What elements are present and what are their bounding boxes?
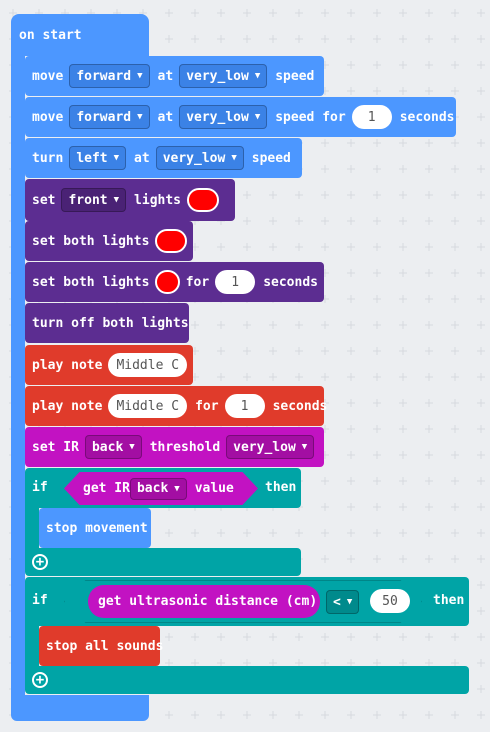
seconds-label: seconds (272, 398, 328, 414)
if-ultrasonic-rail (25, 624, 39, 668)
if-label: if (32, 593, 48, 608)
stop-movement-block[interactable]: stop movement (39, 508, 151, 548)
get-ir-value-block[interactable]: get IR back ▼ value (64, 472, 258, 505)
set-both-lights-block[interactable]: set both lights (25, 221, 193, 261)
if-ir-rail (25, 506, 39, 550)
add-else-icon[interactable]: + (32, 672, 48, 688)
set-ir-label: set IR (32, 439, 79, 455)
caret-down-icon: ▼ (174, 483, 180, 494)
caret-down-icon: ▼ (137, 112, 143, 122)
lights-dropdown[interactable]: front ▼ (61, 188, 127, 212)
turn-label: turn (32, 150, 64, 166)
set-label: set (32, 192, 56, 208)
threshold-dropdown[interactable]: very_low ▼ (226, 435, 315, 459)
note-input[interactable]: Middle C (108, 353, 188, 377)
caret-down-icon: ▼ (346, 597, 353, 607)
on-start-label: on start (19, 27, 82, 43)
distance-input[interactable]: 50 (370, 589, 410, 613)
color-picker[interactable] (155, 270, 180, 294)
speed-label: speed (275, 68, 315, 84)
then-label: then (433, 593, 465, 608)
seconds-input[interactable]: 1 (215, 270, 256, 294)
play-note-for-block[interactable]: play note Middle C for 1 seconds (25, 386, 327, 426)
at-label: at (157, 109, 174, 125)
turn-off-lights-label: turn off both lights (32, 315, 189, 331)
seconds-input[interactable]: 1 (224, 394, 265, 418)
operator-dropdown[interactable]: < ▼ (326, 590, 360, 614)
caret-down-icon: ▼ (254, 112, 261, 122)
caret-down-icon: ▼ (113, 153, 120, 163)
at-label: at (157, 68, 174, 84)
get-ultrasonic-block[interactable]: get ultrasonic distance (cm) (88, 585, 320, 618)
get-ultrasonic-label: get ultrasonic distance (cm) (98, 594, 318, 609)
stop-all-sounds-block[interactable]: stop all sounds (39, 626, 164, 666)
set-both-lights-label: set both lights (32, 274, 150, 290)
caret-down-icon: ▼ (254, 71, 261, 81)
set-both-lights-label: set both lights (32, 233, 150, 249)
set-both-lights-for-block[interactable]: set both lights for 1 seconds (25, 262, 324, 302)
then-label: then (265, 480, 297, 495)
set-front-lights-block[interactable]: set front ▼ lights (25, 179, 235, 221)
turn-off-lights-block[interactable]: turn off both lights (25, 303, 189, 343)
caret-down-icon: ▼ (231, 153, 237, 163)
at-label: at (134, 150, 150, 166)
on-start-block[interactable]: on start (11, 14, 149, 56)
threshold-label: threshold (149, 439, 221, 455)
color-picker[interactable] (187, 188, 220, 212)
seconds-input[interactable]: 1 (351, 105, 392, 129)
move-label: move (32, 109, 64, 125)
lights-label: lights (134, 192, 182, 208)
play-note-block[interactable]: play note Middle C (25, 345, 193, 385)
stop-movement-label: stop movement (46, 520, 148, 536)
move-block[interactable]: move forward ▼ at very_low ▼ speed (25, 56, 324, 96)
on-start-rail (11, 56, 25, 700)
for-label: for (185, 274, 210, 290)
turn-direction-dropdown[interactable]: left ▼ (69, 146, 127, 170)
if-ultrasonic-footer[interactable]: + (25, 666, 469, 694)
if-ir-footer[interactable]: + (25, 548, 301, 576)
speed-dropdown[interactable]: very_low ▼ (179, 64, 268, 88)
note-input[interactable]: Middle C (108, 394, 188, 418)
caret-down-icon: ▼ (113, 195, 120, 205)
caret-down-icon: ▼ (137, 71, 143, 81)
direction-dropdown[interactable]: forward ▼ (69, 64, 150, 88)
for-label: for (195, 398, 219, 414)
play-note-label: play note (32, 398, 103, 414)
caret-down-icon: ▼ (129, 442, 135, 452)
set-ir-threshold-block[interactable]: set IR back ▼ threshold very_low ▼ (25, 427, 324, 467)
speed-dropdown[interactable]: very_low ▼ (155, 146, 244, 170)
on-start-footer[interactable] (11, 695, 149, 721)
ir-side-dropdown[interactable]: back ▼ (129, 477, 187, 500)
speed-dropdown[interactable]: very_low ▼ (179, 105, 268, 129)
move-for-block[interactable]: move forward ▼ at very_low ▼ speed for 1 s… (25, 97, 456, 137)
seconds-label: seconds (263, 274, 318, 290)
direction-dropdown[interactable]: forward ▼ (69, 105, 150, 129)
value-label: value (194, 481, 234, 496)
speed-for-label: speed for (275, 109, 346, 125)
move-label: move (32, 68, 64, 84)
color-picker[interactable] (155, 229, 187, 253)
speed-label: speed (251, 150, 291, 166)
get-ir-label: get IR (83, 481, 130, 496)
add-else-icon[interactable]: + (32, 554, 48, 570)
caret-down-icon: ▼ (301, 442, 308, 452)
turn-block[interactable]: turn left ▼ at very_low ▼ speed (25, 138, 302, 178)
stop-all-sounds-label: stop all sounds (46, 638, 164, 654)
if-label: if (32, 480, 48, 495)
ir-side-dropdown[interactable]: back ▼ (84, 435, 142, 459)
play-note-label: play note (32, 357, 103, 373)
seconds-label: seconds (399, 109, 455, 125)
